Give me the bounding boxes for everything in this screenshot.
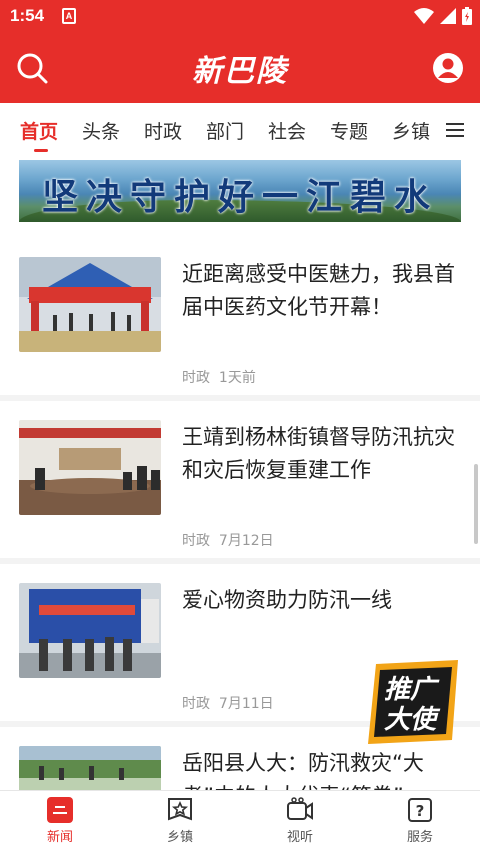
news-category: 时政	[182, 696, 210, 712]
nav-label: 视听	[286, 830, 313, 845]
news-thumbnail	[19, 257, 161, 352]
nav-label: 乡镇	[166, 830, 193, 845]
nav-label: 服务	[406, 830, 433, 845]
news-title: 王靖到杨林街镇督导防汛抗灾和灾后恢复重建工作	[182, 425, 455, 482]
bottom-navigation: 新闻 乡镇 视听 ? 服务	[0, 790, 480, 853]
nav-video[interactable]: 视听	[240, 791, 360, 853]
search-icon	[17, 53, 48, 84]
service-icon: ?	[408, 798, 432, 822]
tab-home[interactable]: 首页	[20, 117, 58, 144]
status-bar: 1:54 A	[0, 0, 480, 33]
tab-departments[interactable]: 部门	[206, 117, 244, 144]
menu-icon	[446, 123, 464, 137]
tab-townships[interactable]: 乡镇	[392, 117, 434, 144]
banner-text: 坚决守护好一江碧水	[41, 176, 438, 218]
news-item[interactable]: 王靖到杨林街镇督导防汛抗灾和灾后恢复重建工作 时政 7月12日	[0, 401, 480, 558]
tab-topics[interactable]: 专题	[330, 117, 368, 144]
signal-icon	[440, 8, 456, 24]
news-item[interactable]: 近距离感受中医魅力，我县首届中医药文化节开幕！ 时政 1天前	[0, 240, 480, 395]
notification-icon: A	[62, 8, 76, 24]
banner-ad[interactable]: 坚决守护好一江碧水	[19, 160, 461, 222]
news-time: 1天前	[218, 370, 256, 386]
status-time: 1:54	[10, 6, 45, 25]
channel-tabs: 首页 头条 时政 部门 社会 专题 乡镇	[0, 103, 480, 158]
news-meta: 时政 7月11日	[182, 693, 274, 713]
search-button[interactable]	[16, 52, 48, 88]
battery-icon	[462, 7, 472, 25]
news-thumbnail	[19, 583, 161, 678]
nav-label: 新闻	[46, 830, 73, 845]
news-meta: 时政 7月12日	[182, 530, 274, 550]
scrollbar[interactable]	[474, 464, 478, 544]
tab-politics[interactable]: 时政	[144, 117, 182, 144]
township-icon	[168, 798, 192, 821]
tab-menu-button[interactable]	[446, 122, 464, 142]
news-title: 爱心物资助力防汛一线	[182, 588, 392, 612]
svg-text:?: ?	[416, 802, 425, 820]
nav-news[interactable]: 新闻	[0, 791, 120, 853]
app-bar: 新巴陵	[0, 33, 480, 103]
nav-township[interactable]: 乡镇	[120, 791, 240, 853]
news-category: 时政	[182, 533, 210, 549]
news-title: 近距离感受中医魅力，我县首届中医药文化节开幕！	[182, 262, 455, 319]
news-time: 7月11日	[218, 696, 274, 712]
promo-line2: 大使	[384, 705, 441, 735]
news-icon	[47, 797, 73, 823]
news-category: 时政	[182, 370, 210, 386]
news-title: 岳阳县人大：防汛救灾“大考”中的人大代表“答卷”	[182, 751, 424, 790]
promo-line1: 推广	[384, 675, 440, 705]
app-logo: 新巴陵	[192, 54, 288, 89]
tab-headlines[interactable]: 头条	[82, 117, 120, 144]
user-icon	[433, 53, 463, 83]
system-icons	[414, 6, 472, 26]
news-time: 7月12日	[218, 533, 274, 549]
news-thumbnail	[19, 420, 161, 515]
profile-button[interactable]	[432, 52, 464, 88]
nav-service[interactable]: ? 服务	[360, 791, 480, 853]
video-icon	[287, 797, 313, 820]
wifi-icon	[414, 8, 434, 24]
news-thumbnail	[19, 746, 161, 790]
news-meta: 时政 1天前	[182, 367, 256, 387]
promo-ambassador-badge[interactable]: 推广 大使	[366, 660, 462, 744]
active-tab-indicator	[34, 149, 48, 152]
tab-society[interactable]: 社会	[268, 117, 306, 144]
